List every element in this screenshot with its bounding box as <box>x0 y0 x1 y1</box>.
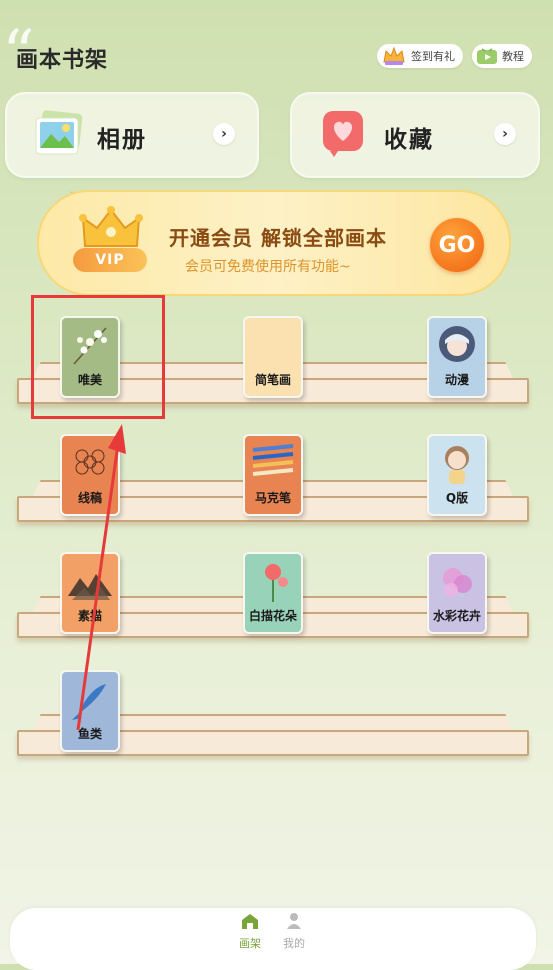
book-baimiao-huaduo[interactable]: 白描花朵 <box>243 552 303 634</box>
vip-subtitle: 会员可免费使用所有功能~ <box>185 259 351 275</box>
chibi-character-icon <box>445 446 469 484</box>
book-dongman[interactable]: 动漫 <box>427 316 487 398</box>
book-label: 白描花朵 <box>248 609 297 623</box>
tutorial-button[interactable]: 教程 <box>472 44 532 68</box>
watercolor-flower-icon <box>443 568 472 597</box>
vip-membership-banner[interactable]: VIP 开通会员 解锁全部画本 会员可免费使用所有功能~ GO <box>37 190 511 296</box>
book-jianbihua[interactable]: 简笔画 <box>243 316 303 398</box>
tulip-flower-icon <box>265 564 288 602</box>
album-label: 相册 <box>97 127 147 153</box>
go-button[interactable]: GO <box>430 218 484 272</box>
nav-label: 我的 <box>283 937 305 950</box>
heart-favorite-icon <box>323 111 363 157</box>
book-label: Q版 <box>445 491 469 505</box>
checkin-reward-button[interactable]: 签到有礼 <box>377 44 463 68</box>
book-label: 简笔画 <box>254 373 291 387</box>
vip-badge: VIP <box>73 248 147 272</box>
book-label: 马克笔 <box>254 491 291 505</box>
vip-title: 开通会员 解锁全部画本 <box>169 226 387 250</box>
anime-avatar-icon <box>439 326 475 362</box>
favorites-label: 收藏 <box>384 127 434 153</box>
book-label: 动漫 <box>444 373 469 387</box>
video-play-icon <box>477 48 497 64</box>
page-title: 画本书架 <box>16 48 109 73</box>
crown-gift-icon <box>383 46 405 65</box>
marker-strokes-icon <box>252 444 294 476</box>
favorites-card[interactable]: 收藏 › <box>290 92 540 178</box>
nav-label: 画架 <box>239 937 261 950</box>
photo-album-icon <box>35 110 83 155</box>
book-makebi[interactable]: 马克笔 <box>243 434 303 516</box>
chevron-right-icon: › <box>494 123 516 145</box>
nav-bookshelf[interactable]: 画架 <box>230 912 270 951</box>
chevron-right-icon: › <box>213 123 235 145</box>
book-qban[interactable]: Q版 <box>427 434 487 516</box>
annotation-highlight-box <box>31 295 165 419</box>
nav-profile[interactable]: 我的 <box>274 912 314 951</box>
book-shuicai-huahui[interactable]: 水彩花卉 <box>427 552 487 634</box>
checkin-label: 签到有礼 <box>411 50 455 63</box>
annotation-arrow <box>76 424 126 731</box>
crown-icon <box>79 206 143 247</box>
tutorial-label: 教程 <box>502 50 524 63</box>
house-icon <box>242 914 258 929</box>
bottom-navigation: 画架 我的 <box>10 908 536 970</box>
album-card[interactable]: 相册 › <box>5 92 259 178</box>
book-label: 水彩花卉 <box>432 609 481 623</box>
user-icon <box>287 913 301 929</box>
